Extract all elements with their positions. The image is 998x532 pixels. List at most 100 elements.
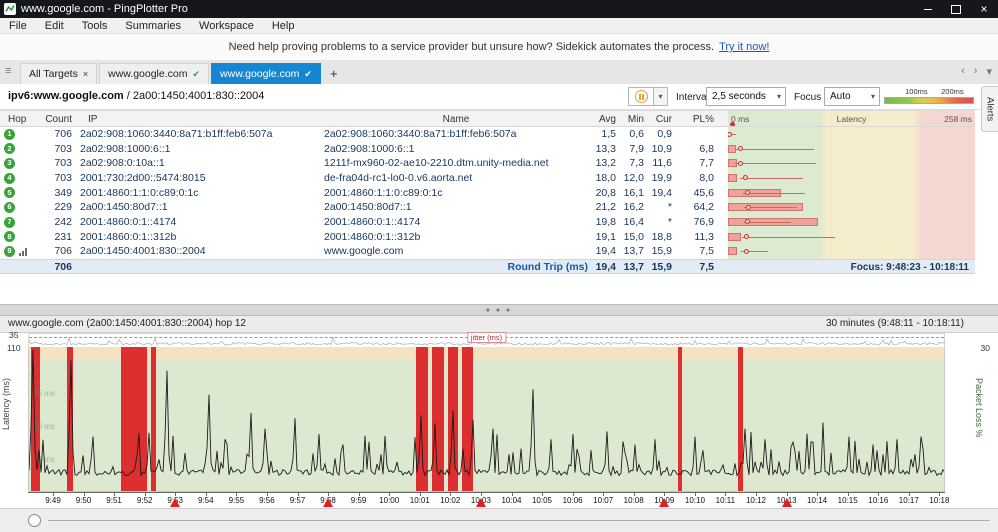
name-cell: 2001:4860:1:1:0:c89:0:1c xyxy=(324,186,443,199)
packet-loss-bar xyxy=(728,232,742,241)
latency-range-whisker xyxy=(735,163,817,165)
hop-row-5[interactable]: 5 349 2001:4860:1:1:0:c89:0:1c 2001:4860:1:… xyxy=(0,185,975,201)
interval-select[interactable]: 2,5 seconds ▾ xyxy=(706,87,786,106)
hop-row-6[interactable]: 6 229 2a00:1450:80d7::1 2a00:1450:80d7::1 21… xyxy=(0,200,975,215)
column-header-name[interactable]: Name xyxy=(320,111,592,126)
alert-marker-icon xyxy=(781,498,792,507)
row-gap xyxy=(718,186,728,201)
avg-cell: 19,4 xyxy=(595,245,616,258)
column-header-min[interactable]: Min xyxy=(620,111,648,126)
pl-cell: 6,8 xyxy=(699,142,714,155)
menu-item-workspace[interactable]: Workspace xyxy=(190,18,263,34)
latency-timeline-plot[interactable]: 75 ms 50 ms 25 ms xyxy=(28,347,945,492)
close-button[interactable]: × xyxy=(970,0,998,18)
time-tick-label: 9:51 xyxy=(106,496,122,505)
hop-row-8[interactable]: 8 231 2001:4860:0:1::312b 2001:4860:0:1::31… xyxy=(0,229,975,245)
pause-icon xyxy=(634,90,648,103)
hop-row-4[interactable]: 4 703 2001:730:2d00::5474:8015 de-fra04d-rc… xyxy=(0,170,975,186)
tab-0-all-targets[interactable]: All Targets × xyxy=(20,63,98,84)
summary-cur: 15,9 xyxy=(651,260,672,273)
hop-row-9[interactable]: 9 706 2a00:1450:4001:830::2004 www.google.c… xyxy=(0,244,975,259)
column-header-hop[interactable]: Hop xyxy=(0,111,42,126)
pl-cell xyxy=(676,127,718,142)
tab-check-icon: ✔ xyxy=(192,68,201,79)
table-header-row: Hop Count IP Name Avg Min Cur PL% 0 ms Latency 258… xyxy=(0,110,975,127)
column-header-plpct[interactable]: PL% xyxy=(676,111,718,126)
min-cell: 15,0 xyxy=(623,230,644,243)
ip-cell: 2a02:908:1060:3440:8a71:b1ff:feb6:507a xyxy=(80,128,273,140)
menu-item-help[interactable]: Help xyxy=(263,18,304,34)
latency-graph-cell xyxy=(728,141,975,157)
pl-cell: 64,2 xyxy=(693,201,714,214)
tab-1-www-google-com[interactable]: www.google.com ✔ xyxy=(99,63,210,84)
cur-cell: 0,9 xyxy=(657,128,672,140)
time-tick-label: 9:50 xyxy=(75,496,92,505)
tab-check-icon: ✔ xyxy=(304,68,312,79)
latency-range-whisker xyxy=(743,207,797,209)
name-cell: 2a02:908:1000:6::1 xyxy=(324,142,415,155)
timeline-range: 30 minutes (9:48:11 - 10:18:11) xyxy=(825,318,964,329)
time-tick-label: 10:14 xyxy=(807,496,828,505)
time-tick-label: 10:10 xyxy=(684,496,705,505)
time-tick-label: 10:16 xyxy=(868,496,889,505)
name-cell: de-fra04d-rc1-lo0-0.v6.aorta.net xyxy=(324,171,473,184)
promo-link[interactable]: Try it now! xyxy=(719,41,769,53)
jitter-scale-max: 35 xyxy=(9,330,19,340)
column-header-ip[interactable]: IP xyxy=(76,111,320,126)
pause-dropdown-button[interactable]: ▾ xyxy=(654,87,668,106)
focus-select[interactable]: Auto ▾ xyxy=(824,87,880,106)
hop-row-2[interactable]: 2 703 2a02:908:1000:6::1 2a02:908:1000:6::1… xyxy=(0,141,975,157)
maximize-button[interactable] xyxy=(942,0,970,18)
cur-cell: 19,9 xyxy=(651,171,672,184)
pl-cell: 7,5 xyxy=(699,245,714,258)
time-tick-label: 10:17 xyxy=(898,496,919,505)
name-cell: 2001:4860:0:1::312b xyxy=(324,230,421,243)
min-cell: 16,2 xyxy=(623,201,644,214)
hop-cell: 4 xyxy=(0,171,42,186)
count-cell: 706 xyxy=(54,128,72,140)
tab-scroll-left-icon[interactable]: ‹ xyxy=(961,65,965,78)
menu-item-edit[interactable]: Edit xyxy=(36,18,73,34)
min-cell: 0,6 xyxy=(629,128,644,140)
pause-button[interactable] xyxy=(628,87,654,106)
minimize-button[interactable] xyxy=(914,0,942,18)
row-gap xyxy=(718,142,728,157)
ip-cell: 2001:4860:1:1:0:c89:0:1c xyxy=(80,186,199,199)
timeline-title: www.google.com (2a00:1450:4001:830::2004… xyxy=(8,318,246,329)
pl-cell: 45,6 xyxy=(693,186,714,199)
summary-pl: 7,5 xyxy=(699,260,714,273)
latency-scale-title: Latency xyxy=(836,114,867,124)
app-icon xyxy=(4,3,16,15)
timeline-scroll-handle[interactable] xyxy=(28,514,41,527)
tab-list-dropdown-icon[interactable]: ▾ xyxy=(986,65,992,78)
timeline-scroll-track[interactable] xyxy=(48,520,990,521)
add-target-button[interactable]: + xyxy=(323,63,345,84)
row-gap xyxy=(718,215,728,230)
graphed-hop-icon xyxy=(19,247,27,256)
ip-cell: 2001:730:2d00::5474:8015 xyxy=(80,171,206,184)
tab-close-icon[interactable]: × xyxy=(83,69,88,79)
pane-splitter[interactable]: ● ● ● xyxy=(0,304,998,316)
menu-item-tools[interactable]: Tools xyxy=(73,18,117,34)
tab-2-www-google-com[interactable]: www.google.com ✔ xyxy=(211,63,321,84)
hop-cell: 2 xyxy=(0,142,42,157)
time-tick-label: 9:56 xyxy=(259,496,275,505)
ip-cell: 2001:4860:0:1::4174 xyxy=(80,215,177,228)
column-header-avg[interactable]: Avg xyxy=(592,111,620,126)
menu-item-file[interactable]: File xyxy=(0,18,36,34)
menu-item-summaries[interactable]: Summaries xyxy=(116,18,190,34)
hop-row-7[interactable]: 7 242 2001:4860:0:1::4174 2001:4860:0:1::41… xyxy=(0,214,975,230)
min-cell: 16,1 xyxy=(623,186,644,199)
title-bar: www.google.com - PingPlotter Pro × xyxy=(0,0,998,18)
count-cell: 349 xyxy=(54,186,72,199)
alerts-side-tab[interactable]: Alerts xyxy=(981,86,998,132)
count-cell: 229 xyxy=(54,201,72,214)
hop-row-3[interactable]: 3 703 2a02:908:0:10a::1 1211f-mx960-02-ae10… xyxy=(0,156,975,171)
targets-list-icon[interactable]: ≡ xyxy=(5,65,11,77)
column-header-count[interactable]: Count xyxy=(42,111,76,126)
hop-row-1[interactable]: 1 706 2a02:908:1060:3440:8a71:b1ff:feb6:50… xyxy=(0,127,975,142)
target-address: ipv6:www.google.com / 2a00:1450:4001:830… xyxy=(8,90,264,102)
time-tick-label: 9:52 xyxy=(136,496,153,505)
column-header-cur[interactable]: Cur xyxy=(648,111,676,126)
tab-scroll-right-icon[interactable]: › xyxy=(974,65,978,78)
